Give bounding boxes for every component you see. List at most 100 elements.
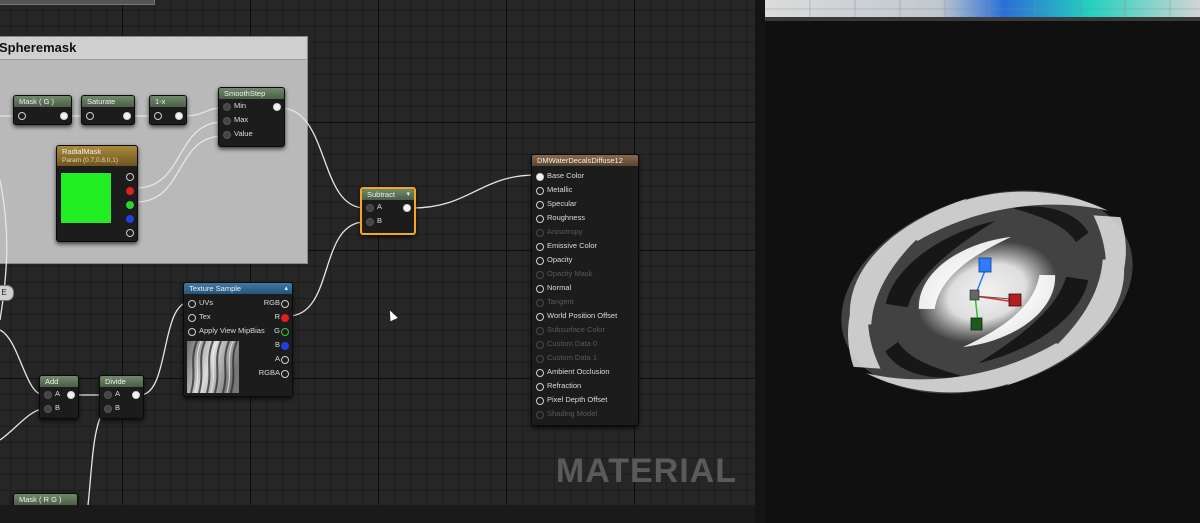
reroute-node[interactable]: E: [0, 285, 14, 301]
pin-output-r[interactable]: [126, 187, 134, 195]
texture-preview: [187, 341, 239, 393]
pin-row-a[interactable]: A: [362, 200, 414, 214]
node-one-minus[interactable]: 1-x: [149, 95, 187, 125]
node-smoothstep-title: SmoothStep: [219, 88, 284, 99]
material-graph-panel[interactable]: Spheremask Mask ( G ) Saturate 1-x Smoot…: [0, 0, 755, 523]
result-pin-row[interactable]: Base Color: [532, 169, 638, 183]
panel-divider[interactable]: [755, 0, 765, 523]
result-pin-label: Emissive Color: [547, 241, 598, 250]
result-pin-row: Subsurface Color: [532, 323, 638, 337]
node-divide-title: Divide: [100, 376, 143, 387]
node-mask-g[interactable]: Mask ( G ): [13, 95, 72, 125]
result-pin[interactable]: [536, 257, 544, 265]
pin-row-b[interactable]: B: [40, 401, 78, 415]
result-pin-label: Pixel Depth Offset: [547, 395, 608, 404]
wire-divide-b: [87, 408, 105, 506]
node-texture-sample[interactable]: Texture Sample ▴ UVs Tex Apply View MipBi…: [183, 282, 293, 397]
result-pin-row: Opacity Mask: [532, 267, 638, 281]
result-pin-row[interactable]: Roughness: [532, 211, 638, 225]
result-pin-row[interactable]: Refraction: [532, 379, 638, 393]
result-pin[interactable]: [536, 383, 544, 391]
pin-output[interactable]: [175, 112, 183, 120]
pin-row-max[interactable]: Max: [219, 113, 284, 127]
pin-label: R: [274, 312, 280, 321]
node-add-title: Add: [40, 376, 78, 387]
result-pin[interactable]: [536, 187, 544, 195]
result-pin-row[interactable]: Pixel Depth Offset: [532, 393, 638, 407]
pin-input[interactable]: [154, 112, 162, 120]
param-value: Param (0.7,0.8,0,1): [62, 157, 118, 164]
pin-output[interactable]: [273, 103, 281, 111]
pin-output[interactable]: [403, 204, 411, 212]
pin-label: UVs: [199, 298, 214, 307]
result-pin[interactable]: [536, 397, 544, 405]
preview-viewport[interactable]: [765, 0, 1200, 523]
pin-output-g[interactable]: [126, 201, 134, 209]
result-pin-row[interactable]: Emissive Color: [532, 239, 638, 253]
pin-input[interactable]: [18, 112, 26, 120]
pin-row-a[interactable]: A: [40, 387, 78, 401]
result-pin-label: Opacity: [547, 255, 573, 264]
comment-title[interactable]: Spheremask: [0, 37, 307, 60]
pin-row-b[interactable]: B: [362, 214, 414, 228]
pin-output[interactable]: [123, 112, 131, 120]
pin-label: G: [274, 326, 280, 335]
pin-row-value[interactable]: Value: [219, 127, 284, 141]
node-radialmask-title: RadialMask Param (0.7,0.8,0,1): [57, 146, 137, 166]
node-add[interactable]: Add A B: [39, 375, 79, 419]
node-saturate-title: Saturate: [82, 96, 134, 107]
pin-row-a[interactable]: A: [100, 387, 143, 401]
pin-row-b[interactable]: B: [252, 338, 292, 352]
result-pin-row[interactable]: Metallic: [532, 183, 638, 197]
pin-output[interactable]: [60, 112, 68, 120]
pin-label: A: [115, 389, 121, 398]
pin-row-g[interactable]: G: [252, 324, 292, 338]
pin-row-a[interactable]: A: [252, 352, 292, 366]
node-title-text: Subtract: [367, 190, 395, 199]
pin-row-min[interactable]: Min: [219, 99, 284, 113]
result-pin-row[interactable]: World Position Offset: [532, 309, 638, 323]
result-pin-list: Base Color Metallic Specular Roughness Aniso…: [532, 166, 638, 421]
result-pin[interactable]: [536, 243, 544, 251]
graph-bottom-strip: [0, 505, 755, 523]
result-pin: [536, 341, 544, 349]
result-pin[interactable]: [536, 313, 544, 321]
pin-input[interactable]: [86, 112, 94, 120]
result-pin[interactable]: [536, 201, 544, 209]
result-pin-row[interactable]: Specular: [532, 197, 638, 211]
result-pin-label: Refraction: [547, 381, 582, 390]
pin-row-rgba[interactable]: RGBA: [252, 366, 292, 380]
node-radialmask[interactable]: RadialMask Param (0.7,0.8,0,1): [56, 145, 138, 242]
result-pin[interactable]: [536, 215, 544, 223]
result-pin-label: Tangent: [547, 297, 574, 306]
node-material-result[interactable]: DMWaterDecalsDiffuse12 Base Color Metalli…: [531, 154, 639, 426]
result-pin-label: Custom Data 1: [547, 353, 598, 362]
node-divide[interactable]: Divide A B: [99, 375, 144, 419]
result-pin: [536, 355, 544, 363]
result-pin-row[interactable]: Normal: [532, 281, 638, 295]
pin-label: Tex: [199, 312, 211, 321]
pin-label: B: [377, 216, 383, 225]
result-pin: [536, 271, 544, 279]
pin-output-rgb[interactable]: [126, 173, 134, 181]
node-subtract[interactable]: Subtract ▾ A B: [360, 187, 416, 235]
node-result-title: DMWaterDecalsDiffuse12: [532, 155, 638, 166]
result-pin-row: Custom Data 1: [532, 351, 638, 365]
pin-output-a[interactable]: [126, 229, 134, 237]
pin-row-r[interactable]: R: [252, 310, 292, 324]
result-pin[interactable]: [536, 173, 544, 181]
result-pin[interactable]: [536, 369, 544, 377]
pin-row-rgb[interactable]: RGB: [252, 296, 292, 310]
pin-output-b[interactable]: [126, 215, 134, 223]
texture-outputs: RGB R G B A RGBA: [252, 296, 292, 380]
result-pin[interactable]: [536, 285, 544, 293]
pin-row-b[interactable]: B: [100, 401, 143, 415]
pin-label: B: [274, 340, 280, 349]
result-pin-row[interactable]: Ambient Occlusion: [532, 365, 638, 379]
node-smoothstep[interactable]: SmoothStep Min Max Value: [218, 87, 285, 147]
chevron-up-icon[interactable]: ▴: [284, 283, 288, 294]
result-pin-row[interactable]: Opacity: [532, 253, 638, 267]
comment-box-spheremask[interactable]: Spheremask: [0, 36, 308, 264]
chevron-down-icon[interactable]: ▾: [406, 189, 410, 200]
node-saturate[interactable]: Saturate: [81, 95, 135, 125]
